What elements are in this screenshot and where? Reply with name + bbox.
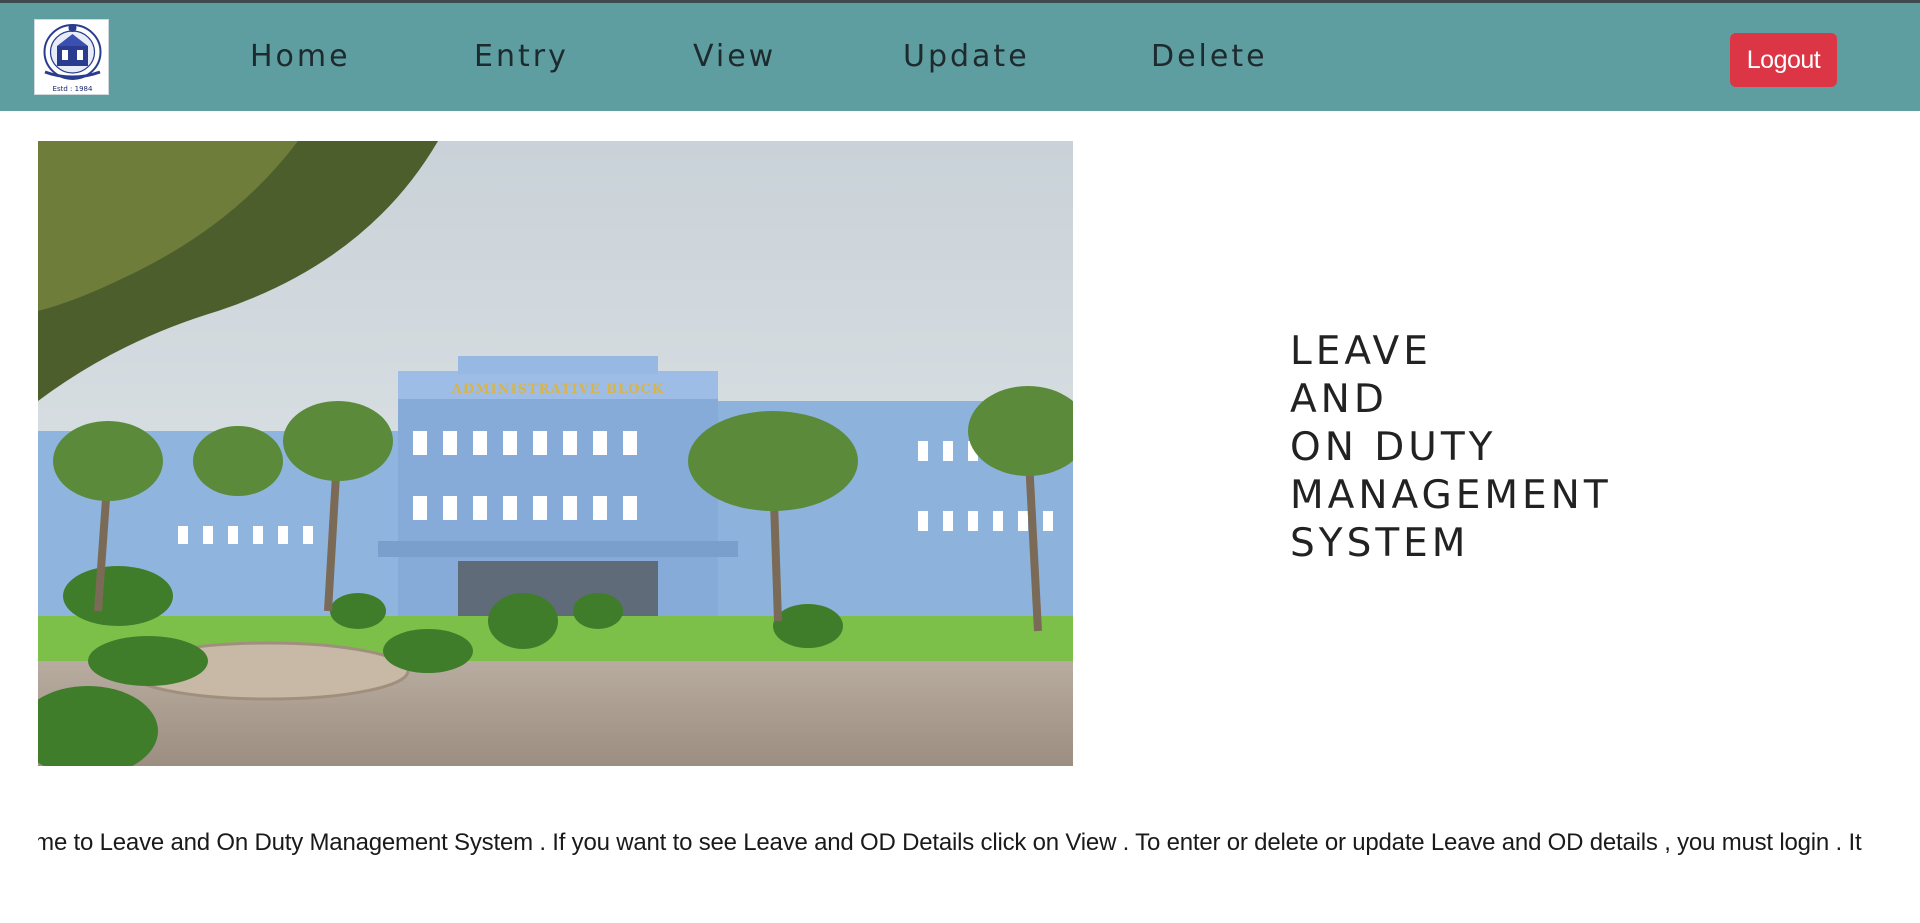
nav-view[interactable]: View — [693, 37, 776, 77]
title-line-and: AND — [1290, 377, 1388, 422]
title-line-on-duty: ON DUTY — [1290, 425, 1497, 470]
title-line-leave: LEAVE — [1290, 329, 1432, 374]
title-line-management: MANAGEMENT — [1290, 473, 1612, 518]
campus-photo: ADMINISTRATIVE BLOCK — [38, 141, 1073, 766]
nav-home[interactable]: Home — [250, 37, 351, 77]
title-line-system: SYSTEM — [1290, 521, 1470, 566]
nav-update[interactable]: Update — [903, 37, 1030, 77]
welcome-marquee-text: ome to Leave and On Duty Management Syst… — [38, 829, 1862, 856]
nav-entry[interactable]: Entry — [474, 37, 569, 77]
system-title: LEAVE AND ON DUTY MANAGEMENT SYSTEM — [1290, 328, 1790, 568]
logout-button[interactable]: Logout — [1730, 33, 1837, 87]
university-logo[interactable]: Estd : 1984 — [34, 19, 109, 95]
nav-delete[interactable]: Delete — [1151, 37, 1268, 77]
logo-emblem-icon: Estd : 1984 — [43, 24, 102, 93]
top-navbar: Estd : 1984 Home Entry View Update Delet… — [0, 0, 1920, 111]
building-sign-text: ADMINISTRATIVE BLOCK — [451, 382, 664, 397]
logo-caption: Estd : 1984 — [53, 85, 93, 93]
welcome-marquee: ome to Leave and On Duty Management Syst… — [38, 826, 1920, 862]
